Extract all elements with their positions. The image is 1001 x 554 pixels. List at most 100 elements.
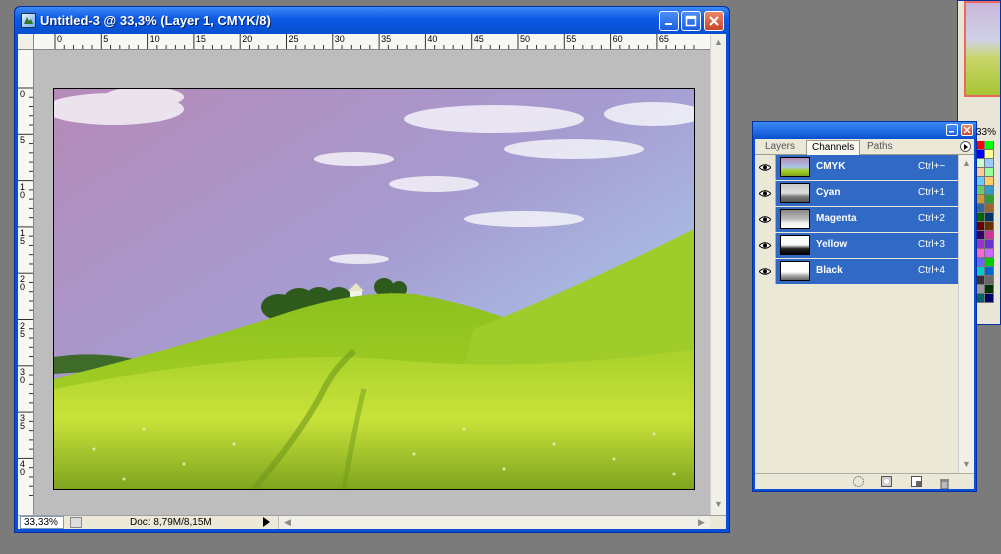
channel-row-black[interactable]: Black Ctrl+4 — [755, 259, 958, 285]
channel-row-main[interactable]: Black Ctrl+4 — [776, 259, 958, 284]
color-swatch[interactable] — [976, 177, 985, 186]
ruler-label: 60 — [612, 34, 623, 44]
palette-menu-button[interactable] — [960, 141, 971, 152]
canvas-pasteboard[interactable] — [34, 50, 710, 515]
color-swatch[interactable] — [976, 285, 985, 294]
scroll-left-arrow[interactable]: ◀ — [282, 517, 293, 528]
ruler-label: 5 — [103, 34, 109, 44]
color-swatch[interactable] — [976, 276, 985, 285]
color-swatch[interactable] — [985, 294, 994, 303]
scroll-down-arrow[interactable]: ▼ — [713, 499, 724, 510]
color-swatch[interactable] — [985, 195, 994, 204]
color-swatch[interactable] — [985, 159, 994, 168]
trash-icon[interactable] — [939, 476, 950, 490]
color-swatch[interactable] — [985, 150, 994, 159]
visibility-eye-icon[interactable] — [755, 181, 776, 206]
color-swatch[interactable] — [976, 141, 985, 150]
ruler-label: 35 — [381, 34, 392, 44]
color-swatch[interactable] — [985, 222, 994, 231]
palette-vertical-scrollbar[interactable]: ▲ ▼ — [958, 155, 974, 473]
channel-row-main[interactable]: CMYK Ctrl+~ — [776, 155, 958, 180]
horizontal-ruler-ticks — [54, 34, 695, 49]
color-swatch[interactable] — [985, 231, 994, 240]
channel-shortcut: Ctrl+3 — [918, 239, 945, 250]
color-swatch[interactable] — [985, 249, 994, 258]
channel-row-yellow[interactable]: Yellow Ctrl+3 — [755, 233, 958, 259]
status-menu-arrow-icon[interactable] — [263, 517, 270, 527]
color-swatch[interactable] — [985, 276, 994, 285]
palette-close-button[interactable] — [961, 124, 973, 136]
color-swatch[interactable] — [976, 213, 985, 222]
channel-row-main[interactable]: Cyan Ctrl+1 — [776, 181, 958, 206]
maximize-button[interactable] — [681, 11, 701, 31]
color-swatch[interactable] — [985, 240, 994, 249]
color-swatch[interactable] — [976, 186, 985, 195]
color-swatch[interactable] — [976, 159, 985, 168]
zoom-level-field[interactable]: 33,33% — [20, 516, 64, 529]
swatch-grid — [976, 141, 1000, 303]
visibility-eye-icon[interactable] — [755, 155, 776, 180]
channel-row-main[interactable]: Yellow Ctrl+3 — [776, 233, 958, 258]
channel-thumbnail — [780, 183, 810, 203]
color-swatch[interactable] — [985, 258, 994, 267]
document-image[interactable] — [53, 88, 695, 490]
save-selection-as-channel-icon[interactable] — [881, 476, 892, 487]
color-swatch[interactable] — [985, 204, 994, 213]
navigator-thumbnail[interactable] — [964, 1, 1000, 97]
color-swatch[interactable] — [976, 168, 985, 177]
channel-row-cmyk[interactable]: CMYK Ctrl+~ — [755, 155, 958, 181]
color-swatch[interactable] — [985, 168, 994, 177]
color-swatch[interactable] — [985, 285, 994, 294]
scroll-right-arrow[interactable]: ▶ — [696, 517, 707, 528]
palette-footer — [755, 473, 974, 490]
color-swatch[interactable] — [976, 240, 985, 249]
color-swatch[interactable] — [985, 186, 994, 195]
palette-scroll-down-arrow[interactable]: ▼ — [961, 459, 972, 470]
scroll-up-arrow[interactable]: ▲ — [713, 37, 724, 48]
ruler-origin[interactable] — [18, 34, 34, 50]
channel-row-main[interactable]: Magenta Ctrl+2 — [776, 207, 958, 232]
status-info-icon[interactable] — [70, 517, 82, 528]
color-swatch[interactable] — [976, 231, 985, 240]
palette-minimize-button[interactable] — [946, 124, 958, 136]
color-swatch[interactable] — [976, 249, 985, 258]
channel-shortcut: Ctrl+1 — [918, 187, 945, 198]
document-vertical-scrollbar[interactable]: ▲ ▼ — [710, 34, 726, 515]
palette-scroll-up-arrow[interactable]: ▲ — [961, 158, 972, 169]
channel-name: Cyan — [816, 187, 841, 198]
tab-paths[interactable]: Paths — [862, 140, 898, 155]
channel-row-cyan[interactable]: Cyan Ctrl+1 — [755, 181, 958, 207]
close-button[interactable] — [704, 11, 724, 31]
color-swatch[interactable] — [976, 258, 985, 267]
ruler-label: 25 — [20, 320, 26, 339]
vertical-ruler[interactable]: 0 5 10 15 20 25 30 35 40 — [18, 50, 34, 515]
horizontal-ruler[interactable]: 0 5 10 15 20 25 30 35 40 45 50 55 60 65 — [34, 34, 710, 50]
color-swatch[interactable] — [985, 267, 994, 276]
color-swatch[interactable] — [976, 222, 985, 231]
ruler-label: 15 — [20, 227, 26, 246]
channels-palette: Layers Channels Paths CMYK Ctrl+~ Cyan C… — [752, 121, 977, 492]
visibility-eye-icon[interactable] — [755, 207, 776, 232]
color-swatch[interactable] — [985, 213, 994, 222]
color-swatch[interactable] — [976, 294, 985, 303]
visibility-eye-icon[interactable] — [755, 259, 776, 284]
load-channel-as-selection-icon[interactable] — [853, 476, 864, 487]
palette-titlebar[interactable] — [753, 122, 976, 139]
color-swatch[interactable] — [976, 267, 985, 276]
color-swatch[interactable] — [976, 204, 985, 213]
channel-shortcut: Ctrl+~ — [918, 161, 946, 172]
tab-layers[interactable]: Layers — [760, 140, 800, 155]
document-titlebar[interactable]: Untitled-3 @ 33,3% (Layer 1, CMYK/8) — [15, 7, 729, 34]
color-swatch[interactable] — [985, 141, 994, 150]
document-horizontal-scrollbar[interactable]: ◀ ▶ — [278, 516, 710, 529]
ruler-label: 55 — [566, 34, 577, 44]
tab-channels[interactable]: Channels — [806, 140, 861, 155]
new-channel-icon[interactable] — [911, 476, 922, 487]
minimize-button[interactable] — [659, 11, 679, 31]
color-swatch[interactable] — [976, 150, 985, 159]
visibility-eye-icon[interactable] — [755, 233, 776, 258]
color-swatch[interactable] — [985, 177, 994, 186]
channel-row-magenta[interactable]: Magenta Ctrl+2 — [755, 207, 958, 233]
color-swatch[interactable] — [976, 195, 985, 204]
photoshop-document-icon[interactable] — [21, 13, 36, 28]
